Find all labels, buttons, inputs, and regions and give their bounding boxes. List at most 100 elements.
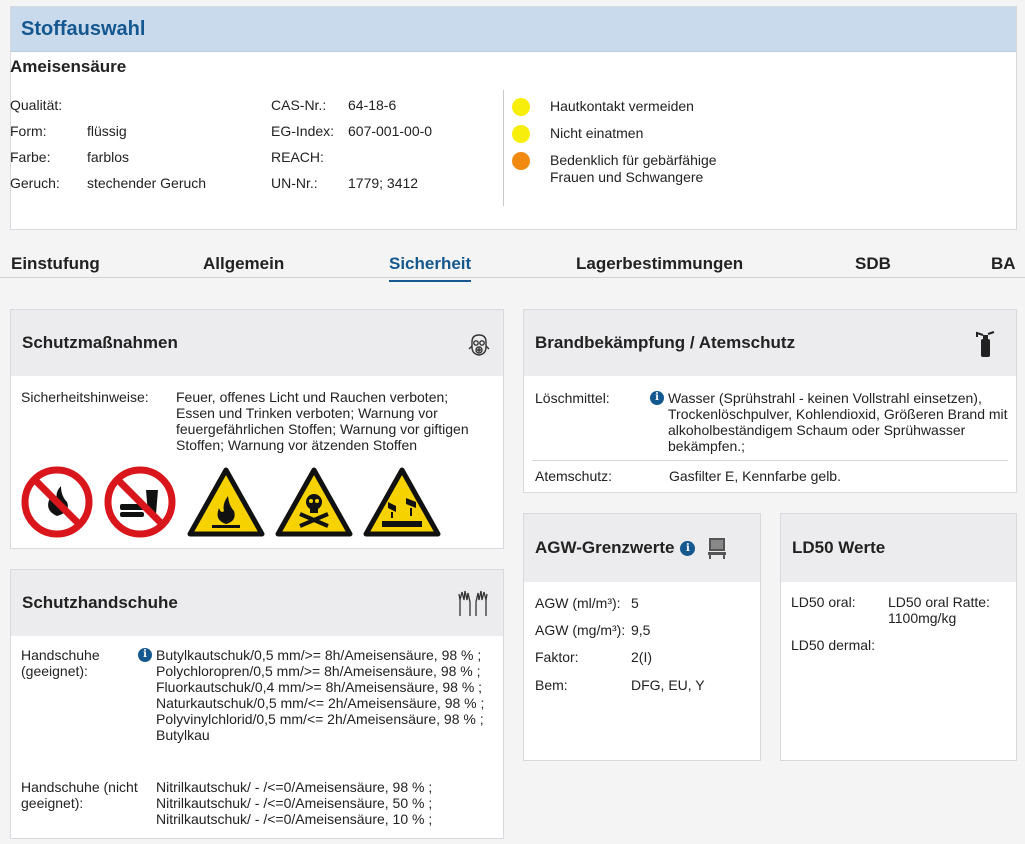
property-row: Qualität: — [10, 97, 206, 123]
property-value: farblos — [87, 149, 130, 165]
info-icon[interactable]: i — [680, 540, 696, 556]
workplace-icon — [708, 538, 727, 559]
sicherheitshinweise-row: Sicherheitshinweise: Feuer, offenes Lich… — [21, 389, 481, 453]
gas-mask-icon — [468, 334, 490, 356]
tab-lagerbestimmungen[interactable]: Lagerbestimmungen — [576, 254, 743, 274]
property-value: stechender Geruch — [87, 175, 207, 191]
property-label: CAS-Nr.: — [271, 97, 327, 113]
properties-left: Qualität: Form: flüssig Farbe: farblos Ger… — [10, 97, 206, 201]
field-value: Gasfilter E, Kennfarbe gelb. — [669, 468, 841, 484]
field-label: AGW (mg/m³): — [535, 622, 626, 638]
field-label: LD50 dermal: — [791, 637, 876, 653]
field-value: 9,5 — [631, 622, 651, 638]
property-label: Farbe: — [10, 149, 51, 165]
property-label: Form: — [10, 123, 47, 139]
schutzhandschuhe-card: Schutzhandschuhe Handschuhe (geeignet): … — [10, 569, 504, 839]
field-value: Nitrilkautschuk/ - /<=0/Ameisensäure, 98… — [156, 779, 433, 827]
gloves-unsuitable-row: Handschuhe (nicht geeignet): Nitrilkauts… — [21, 779, 466, 827]
hazard-text: Bedenklich für gebärfähige Frauen und Sc… — [550, 152, 717, 185]
divider — [532, 460, 1008, 461]
card-title: AGW-Grenzwerte — [535, 538, 675, 557]
field-value: Feuer, offenes Licht und Rauchen verbote… — [176, 389, 469, 453]
tab-ba[interactable]: BA — [991, 254, 1016, 274]
schutzmassnahmen-card: Schutzmaßnahmen Sicherheitshinweise: Feu… — [10, 309, 504, 549]
substance-name: Ameisensäure — [10, 57, 127, 76]
no-eating-sign-icon — [104, 466, 176, 538]
property-label: Qualität: — [10, 97, 63, 113]
field-label: Löschmittel: — [535, 390, 610, 406]
property-row: CAS-Nr.: 64-18-6 — [271, 97, 432, 123]
corrosive-warning-sign-icon — [363, 467, 441, 537]
hazard-item: Hautkontakt vermeiden — [512, 98, 750, 116]
property-label: EG-Index: — [271, 123, 335, 139]
atemschutz-row: Atemschutz: Gasfilter E, Kennfarbe gelb. — [535, 468, 841, 484]
divider — [503, 90, 504, 206]
tab-allgemein[interactable]: Allgemein — [203, 254, 284, 274]
orange-dot-icon — [512, 152, 530, 170]
property-label: REACH: — [271, 149, 324, 165]
card-title: Schutzhandschuhe — [22, 593, 178, 612]
ld50-card: LD50 Werte LD50 oral: LD50 oral Ratte: 1… — [780, 513, 1017, 761]
field-value: DFG, EU, Y — [631, 677, 705, 693]
gloves-suitable-row: Handschuhe (geeignet): i Butylkautschuk/… — [21, 647, 486, 743]
property-row: Geruch: stechender Geruch — [10, 175, 206, 201]
page-title: Stoffauswahl — [21, 17, 146, 40]
tab-sicherheit[interactable]: Sicherheit — [389, 254, 472, 282]
field-value: Butylkautschuk/0,5 mm/>= 8h/Ameisensäure… — [156, 647, 485, 743]
property-label: UN-Nr.: — [271, 175, 318, 191]
field-value: Wasser (Sprühstrahl - keinen Vollstrahl … — [668, 390, 1008, 454]
card-header: AGW-Grenzwerte i — [524, 514, 760, 582]
fire-extinguisher-icon — [976, 331, 995, 357]
field-value: LD50 oral Ratte: 1100mg/kg — [888, 594, 990, 626]
flammable-warning-sign-icon — [187, 467, 265, 537]
field-label: Bem: — [535, 677, 568, 693]
properties-mid: CAS-Nr.: 64-18-6 EG-Index: 607-001-00-0 RE… — [271, 97, 432, 201]
field-label: Handschuhe (geeignet): — [21, 647, 100, 679]
agw-row: AGW (mg/m³): 9,5 — [535, 622, 650, 638]
toxic-warning-sign-icon — [275, 467, 353, 537]
hazard-list: Hautkontakt vermeiden Nicht einatmen Bed… — [512, 98, 750, 195]
card-title: LD50 Werte — [792, 538, 886, 557]
loeschmittel-row: Löschmittel: i Wasser (Sprühstrahl - kei… — [535, 390, 1008, 454]
hazard-item: Nicht einatmen — [512, 125, 750, 143]
ld50-oral-row: LD50 oral: LD50 oral Ratte: 1100mg/kg — [791, 594, 1013, 626]
hazard-text: Hautkontakt vermeiden — [550, 98, 694, 114]
gloves-icon — [458, 590, 488, 616]
yellow-dot-icon — [512, 98, 530, 116]
hazard-item: Bedenklich für gebärfähige Frauen und Sc… — [512, 152, 750, 186]
card-title: Brandbekämpfung / Atemschutz — [535, 333, 796, 352]
agw-row: AGW (ml/m³): 5 — [535, 595, 639, 611]
property-row: REACH: — [271, 149, 432, 175]
field-label: AGW (ml/m³): — [535, 595, 621, 611]
property-value: flüssig — [87, 123, 127, 139]
panel-header: Stoffauswahl — [11, 7, 1016, 52]
card-title: Schutzmaßnahmen — [22, 333, 178, 352]
field-label: Atemschutz: — [535, 468, 613, 484]
agw-row: Faktor: 2(I) — [535, 649, 652, 665]
property-row: Farbe: farblos — [10, 149, 206, 175]
info-icon[interactable]: i — [650, 391, 664, 405]
field-label: Sicherheitshinweise: — [21, 389, 149, 405]
ld50-dermal-row: LD50 dermal: — [791, 637, 888, 653]
hazard-text: Nicht einatmen — [550, 125, 644, 141]
property-row: EG-Index: 607-001-00-0 — [271, 123, 432, 149]
field-value: 2(I) — [631, 649, 652, 665]
property-row: UN-Nr.: 1779; 3412 — [271, 175, 432, 201]
info-icon[interactable]: i — [138, 648, 152, 662]
tab-sdb[interactable]: SDB — [855, 254, 891, 274]
property-value: 607-001-00-0 — [348, 123, 433, 139]
tab-einstufung[interactable]: Einstufung — [11, 254, 100, 274]
property-value: 64-18-6 — [348, 97, 397, 113]
card-header: Schutzmaßnahmen — [11, 310, 503, 376]
property-value: 1779; 3412 — [348, 175, 419, 191]
field-label: LD50 oral: — [791, 594, 856, 610]
agw-card: AGW-Grenzwerte i AGW (ml/m³): 5 AGW (mg/m… — [523, 513, 761, 761]
property-label: Geruch: — [10, 175, 60, 191]
card-header: Brandbekämpfung / Atemschutz — [524, 310, 1016, 376]
field-label: Handschuhe (nicht geeignet): — [21, 779, 138, 811]
tab-underline — [0, 277, 1025, 278]
field-value: 5 — [631, 595, 639, 611]
card-header: Schutzhandschuhe — [11, 570, 503, 636]
tab-bar: Einstufung Allgemein Sicherheit Lagerbes… — [0, 248, 1025, 282]
brandbekaempfung-card: Brandbekämpfung / Atemschutz Löschmittel… — [523, 309, 1017, 493]
